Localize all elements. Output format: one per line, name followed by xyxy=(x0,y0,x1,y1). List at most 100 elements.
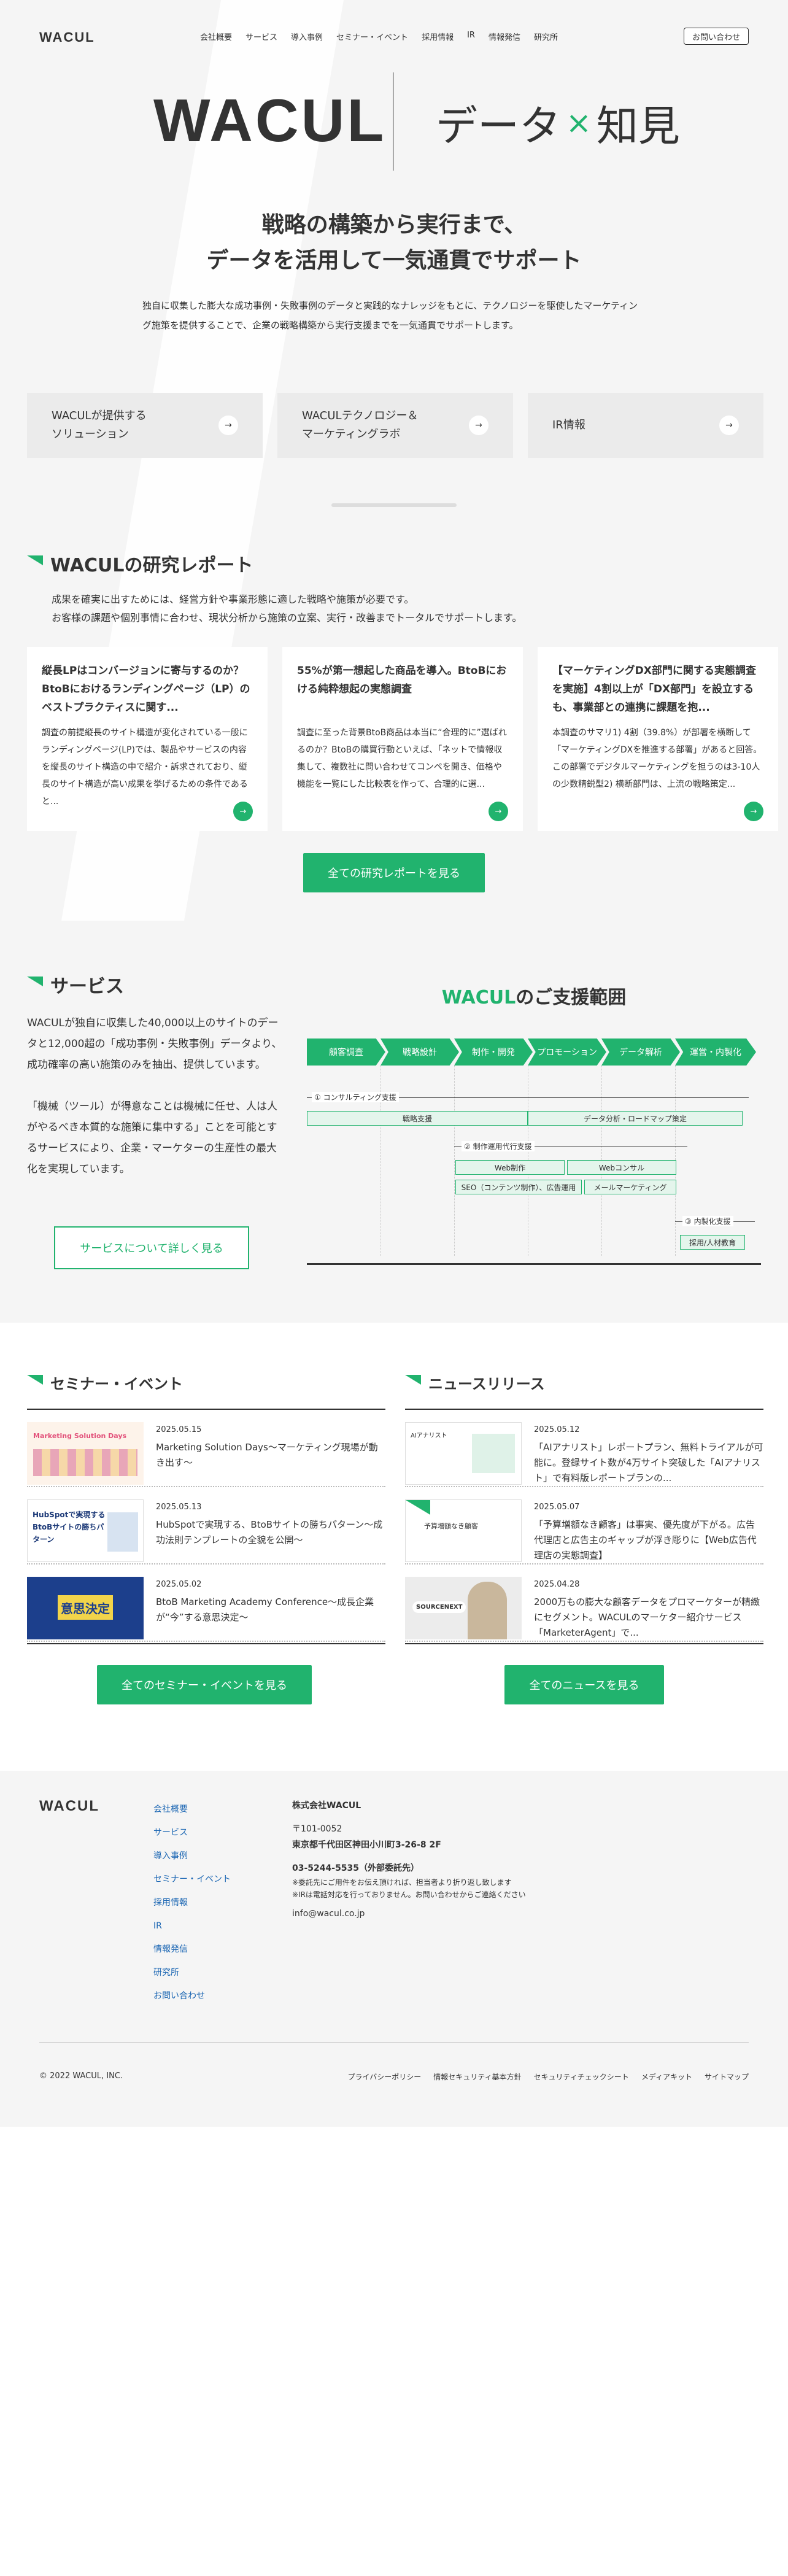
all-research-button[interactable]: 全ての研究レポートを見る xyxy=(303,853,485,892)
research-card[interactable]: 【マーケティングDX部門に関する実態調査を実施】4割以上が「DX部門」を設立する… xyxy=(538,647,778,831)
arrow-right-icon: → xyxy=(469,416,489,435)
news-title-text: 2000万もの膨大な顧客データをプロマーケターが精緻にセグメント。WACULのマ… xyxy=(534,1596,760,1638)
footer-links: 会社概要 サービス 導入事例 セミナー・イベント 採用情報 IR 情報発信 研究… xyxy=(153,1798,231,2008)
nav-item-ir[interactable]: IR xyxy=(460,31,482,42)
research-heading: WACULの研究レポート xyxy=(27,550,253,577)
hero-title-line1: 戦略の構築から実行まで、 xyxy=(261,212,527,238)
person-photo xyxy=(468,1582,507,1639)
news-title-text: 「AIアナリスト」レポートプラン、無料トライアルが可能に。登録サイト数が4万サイ… xyxy=(534,1442,763,1483)
global-nav: WACUL 会社概要 サービス 導入事例 セミナー・イベント 採用情報 IR 情… xyxy=(0,25,788,49)
consult-label: ① コンサルティング支援 xyxy=(312,1092,399,1102)
footer-link-seminar[interactable]: セミナー・イベント xyxy=(153,1868,231,1891)
research-cards: 縦長LPはコンバージョンに寄与するのか？BtoBにおけるランディングページ（LP… xyxy=(27,647,778,831)
hero-title-line2: データを活用して一気通貫でサポート xyxy=(206,248,582,273)
page: WACUL 会社概要 サービス 導入事例 セミナー・イベント 採用情報 IR 情… xyxy=(0,0,788,2576)
grid-line xyxy=(454,1066,455,1256)
seminar-column: セミナー・イベント Marketing Solution Days 2025.0… xyxy=(27,1372,385,1704)
nav-item-recruit[interactable]: 採用情報 xyxy=(415,31,460,42)
nav-item-company[interactable]: 会社概要 xyxy=(193,31,239,42)
news-thumbnail: SOURCENEXT xyxy=(405,1577,522,1639)
seminar-item[interactable]: Marketing Solution Days 2025.05.15 Market… xyxy=(27,1410,385,1487)
strategy-support-box: 戦略支援 xyxy=(307,1111,528,1126)
seminar-date: 2025.05.13 xyxy=(156,1503,202,1512)
footer-link-contact[interactable]: お問い合わせ xyxy=(153,1984,231,2008)
footer-logo-text: WACUL xyxy=(39,1798,99,1814)
hero-divider xyxy=(393,72,394,171)
seminar-bottom-rule xyxy=(27,1643,385,1644)
nav-item-info[interactable]: 情報発信 xyxy=(482,31,527,42)
top-area: WACUL 会社概要 サービス 導入事例 セミナー・イベント 採用情報 IR 情… xyxy=(0,0,788,1323)
hero-tagline-data: データ xyxy=(436,102,562,151)
footer-link-recruit[interactable]: 採用情報 xyxy=(153,1891,231,1914)
hero-logo: WACUL xyxy=(153,86,386,155)
footer-link-cases[interactable]: 導入事例 xyxy=(153,1844,231,1868)
header-logo[interactable]: WACUL xyxy=(39,29,95,45)
company-info: 株式会社WACUL 〒101-0052 東京都千代田区神田小川町3-26-8 2… xyxy=(292,1798,526,1922)
all-news-button[interactable]: 全てのニュースを見る xyxy=(504,1665,664,1704)
privacy-policy-link[interactable]: プライバシーポリシー xyxy=(347,2071,421,2082)
copyright: © 2022 WACUL, INC. xyxy=(39,2071,123,2081)
seminar-title: セミナー・イベント xyxy=(50,1375,183,1393)
news-item[interactable]: 予算増額なき顧客 2025.05.07 「予算増額なき顧客」は事実、優先度が下がる… xyxy=(405,1487,763,1565)
security-policy-link[interactable]: 情報セキュリティ基本方針 xyxy=(433,2071,521,2082)
research-card-title: 55%が第一想起した商品を導入。BtoBにおける純粋想起の実態調査 xyxy=(297,665,507,695)
link-card-line1: WACULテクノロジー＆ xyxy=(302,409,419,422)
nav-item-lab[interactable]: 研究所 xyxy=(527,31,565,42)
footer-link-service[interactable]: サービス xyxy=(153,1821,231,1844)
nav-item-cases[interactable]: 導入事例 xyxy=(284,31,330,42)
seminar-item[interactable]: HubSpotで実現する BtoBサイトの勝ちパターン 2025.05.13 Hu… xyxy=(27,1487,385,1565)
thumbnail-title: Marketing Solution Days xyxy=(33,1432,127,1440)
hero-tagline-cross: × xyxy=(566,104,592,141)
news-thumbnail: AIアナリスト xyxy=(405,1422,522,1485)
link-card-label: IR情報 xyxy=(552,416,585,435)
footer-logo[interactable]: WACUL xyxy=(39,1798,99,1815)
nav-item-service[interactable]: サービス xyxy=(239,31,284,42)
step-analysis: データ解析 xyxy=(601,1039,680,1066)
security-checksheet-link[interactable]: セキュリティチェックシート xyxy=(534,2071,629,2082)
agency-label: ② 制作運用代行支援 xyxy=(462,1141,535,1151)
footer-link-company[interactable]: 会社概要 xyxy=(153,1798,231,1821)
research-card[interactable]: 55%が第一想起した商品を導入。BtoBにおける純粋想起の実態調査 調査に至った… xyxy=(282,647,523,831)
phone-note-2: ※IRは電話対応を行っておりません。お問い合わせからご連絡ください xyxy=(292,1890,526,1899)
mail-marketing-box: メールマーケティング xyxy=(584,1180,676,1194)
step-inhouse: 運営・内製化 xyxy=(675,1039,756,1066)
news-heading: ニュースリリース xyxy=(405,1372,763,1393)
seo-ads-box: SEO（コンテンツ制作）、広告運用 xyxy=(455,1180,582,1194)
nav-item-seminar[interactable]: セミナー・イベント xyxy=(330,31,415,42)
seminar-item-text: 2025.05.02 BtoB Marketing Academy Confere… xyxy=(156,1577,385,1625)
company-email[interactable]: info@wacul.co.jp xyxy=(292,1906,526,1922)
company-zip: 〒101-0052 xyxy=(292,1824,342,1834)
contact-button[interactable]: お問い合わせ xyxy=(684,28,749,45)
research-card-title: 【マーケティングDX部門に関する実態調査を実施】4割以上が「DX部門」を設立する… xyxy=(552,665,756,714)
speaker-strip xyxy=(33,1449,137,1476)
footer: WACUL 会社概要 サービス 導入事例 セミナー・イベント 採用情報 IR 情… xyxy=(0,1771,788,2127)
footer-link-ir[interactable]: IR xyxy=(153,1914,231,1938)
link-card-solution[interactable]: WACULが提供する ソリューション → xyxy=(27,393,263,458)
step-strategy: 戦略設計 xyxy=(380,1039,459,1066)
seminar-thumbnail: HubSpotで実現する BtoBサイトの勝ちパターン xyxy=(27,1499,144,1562)
sitemap-link[interactable]: サイトマップ xyxy=(705,2071,749,2082)
service-detail-button[interactable]: サービスについて詳しく見る xyxy=(54,1226,249,1269)
service-title: サービス xyxy=(50,976,124,997)
thumbnail-title: 予算増額なき顧客 xyxy=(424,1522,478,1530)
diagram-baseline xyxy=(307,1263,761,1265)
news-item[interactable]: SOURCENEXT 2025.04.28 2000万もの膨大な顧客データをプロマ… xyxy=(405,1565,763,1642)
link-card-ir[interactable]: IR情報 → xyxy=(528,393,763,458)
footer-link-lab[interactable]: 研究所 xyxy=(153,1961,231,1984)
flag-icon xyxy=(27,555,43,571)
link-card-lab[interactable]: WACULテクノロジー＆ マーケティングラボ → xyxy=(277,393,513,458)
research-card-body: 調査の前提縦長のサイト構造が変化されている一般にランディングページ(LP)では、… xyxy=(42,728,248,806)
all-seminars-button[interactable]: 全てのセミナー・イベントを見る xyxy=(97,1665,312,1704)
footer-link-info[interactable]: 情報発信 xyxy=(153,1938,231,1961)
hero-title: 戦略の構築から実行まで、 データを活用して一気通貫でサポート xyxy=(0,207,788,279)
hero-tagline-knowledge: 知見 xyxy=(596,102,680,151)
news-item[interactable]: AIアナリスト 2025.05.12 「AIアナリスト」レポートプラン、無料トライ… xyxy=(405,1410,763,1487)
seminar-item[interactable]: 意思決定 2025.05.02 BtoB Marketing Academy Co… xyxy=(27,1565,385,1642)
hero-description: 独自に収集した膨大な成功事例・失敗事例のデータと実践的なナレッジをもとに、テクノ… xyxy=(142,300,638,331)
news-title: ニュースリリース xyxy=(428,1375,545,1393)
research-card[interactable]: 縦長LPはコンバージョンに寄与するのか？BtoBにおけるランディングページ（LP… xyxy=(27,647,268,831)
company-name: 株式会社WACUL xyxy=(292,1801,361,1811)
news-thumbnail: 予算増額なき顧客 xyxy=(405,1499,522,1562)
media-kit-link[interactable]: メディアキット xyxy=(641,2071,692,2082)
diagram-title: WACULのご支援範囲 xyxy=(307,982,761,1009)
